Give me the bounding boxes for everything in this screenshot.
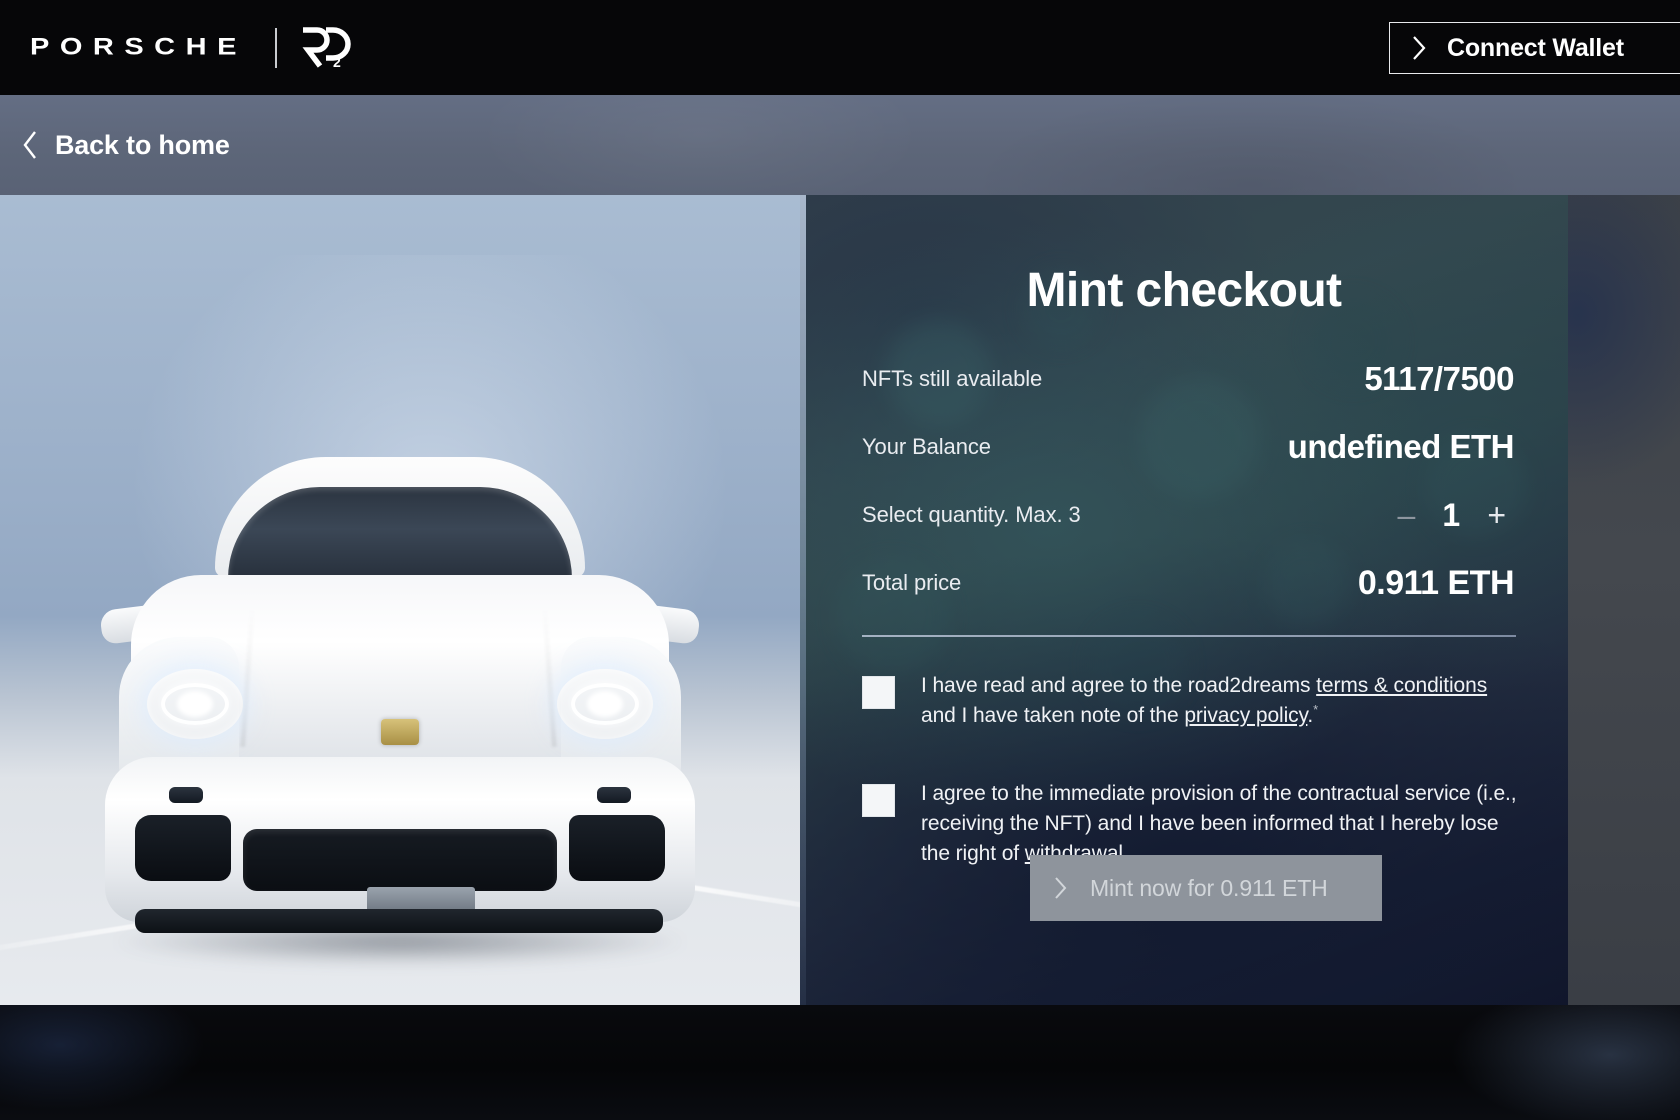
terms-checkbox[interactable] xyxy=(862,676,895,709)
car-fog-light-left xyxy=(169,787,203,803)
chevron-left-icon xyxy=(22,130,38,160)
footer-glow-right xyxy=(1430,1005,1680,1120)
headlight-core xyxy=(587,691,623,717)
car-fog-light-right xyxy=(597,787,631,803)
required-asterisk: * xyxy=(1313,701,1319,717)
quantity-stepper[interactable]: – 1 + xyxy=(1390,499,1514,531)
quantity-value: 1 xyxy=(1442,497,1461,533)
mint-now-label: Mint now for 0.911 ETH xyxy=(1090,874,1328,901)
porsche-wordmark: PORSCHE xyxy=(30,33,247,61)
withdrawal-checkbox[interactable] xyxy=(862,784,895,817)
car-air-intake-right xyxy=(569,815,665,881)
product-image-panel xyxy=(0,195,800,1005)
chevron-right-icon xyxy=(1054,876,1068,900)
car-headlight-left xyxy=(147,669,243,739)
top-header-bar: PORSCHE 2 Connect Wallet xyxy=(0,0,1680,95)
terms-agreement-text: I have read and agree to the road2dreams… xyxy=(921,671,1518,731)
chevron-right-icon xyxy=(1412,35,1427,61)
your-balance-value: undefined ETH xyxy=(1287,428,1515,465)
divider xyxy=(862,635,1516,637)
total-price-label: Total price xyxy=(862,570,962,595)
svg-text:2: 2 xyxy=(333,54,341,70)
page-title: Mint checkout xyxy=(1026,264,1342,317)
terms-and-conditions-link[interactable]: terms & conditions xyxy=(1316,674,1487,697)
headlight-core xyxy=(177,691,213,717)
privacy-policy-link[interactable]: privacy policy xyxy=(1184,704,1307,727)
minus-icon[interactable]: – xyxy=(1390,499,1424,531)
agreement-row-terms: I have read and agree to the road2dreams… xyxy=(862,671,1518,731)
row-your-balance: Your Balance undefined ETH xyxy=(862,425,1515,469)
car-badge xyxy=(381,719,419,745)
nfts-available-value: 5117/7500 xyxy=(1364,360,1514,397)
nfts-available-label: NFTs still available xyxy=(862,366,1043,391)
mint-checkout-panel: Mint checkout NFTs still available 5117/… xyxy=(800,195,1568,1005)
back-to-home-label: Back to home xyxy=(55,129,230,160)
car-air-intake-left xyxy=(135,815,231,881)
connect-wallet-button[interactable]: Connect Wallet xyxy=(1389,22,1680,74)
total-price-value: 0.911 ETH xyxy=(1357,563,1515,602)
row-nfts-available: NFTs still available 5117/7500 xyxy=(862,357,1514,401)
connect-wallet-label: Connect Wallet xyxy=(1447,33,1624,62)
brand-group[interactable]: PORSCHE 2 xyxy=(30,26,355,70)
your-balance-label: Your Balance xyxy=(862,434,991,459)
terms-text-before: I have read and agree to the road2dreams xyxy=(921,674,1317,697)
car-front-splitter xyxy=(135,909,663,933)
porsche-911-image xyxy=(95,457,705,977)
main-content: Mint checkout NFTs still available 5117/… xyxy=(0,195,1568,1005)
sub-navigation-bar: Back to home xyxy=(0,95,1680,195)
back-to-home-link[interactable]: Back to home xyxy=(22,130,230,161)
withdrawal-text-before: I agree to the immediate provision of th… xyxy=(921,782,1517,865)
footer-glow-left xyxy=(0,1005,240,1120)
select-quantity-label: Select quantity. Max. 3 xyxy=(862,502,1081,527)
plus-icon[interactable]: + xyxy=(1479,499,1514,531)
footer-strip xyxy=(0,1005,1680,1120)
car-center-grille xyxy=(243,829,557,891)
brand-divider xyxy=(274,27,277,68)
car-headlight-right xyxy=(557,669,653,739)
terms-text-middle: and I have taken note of the xyxy=(921,703,1185,727)
row-select-quantity: Select quantity. Max. 3 – 1 + xyxy=(862,493,1514,537)
r2d-logo-icon: 2 xyxy=(299,26,355,70)
mint-now-button[interactable]: Mint now for 0.911 ETH xyxy=(1030,855,1382,921)
right-gutter xyxy=(1568,195,1680,1005)
row-total-price: Total price 0.911 ETH xyxy=(862,561,1515,605)
